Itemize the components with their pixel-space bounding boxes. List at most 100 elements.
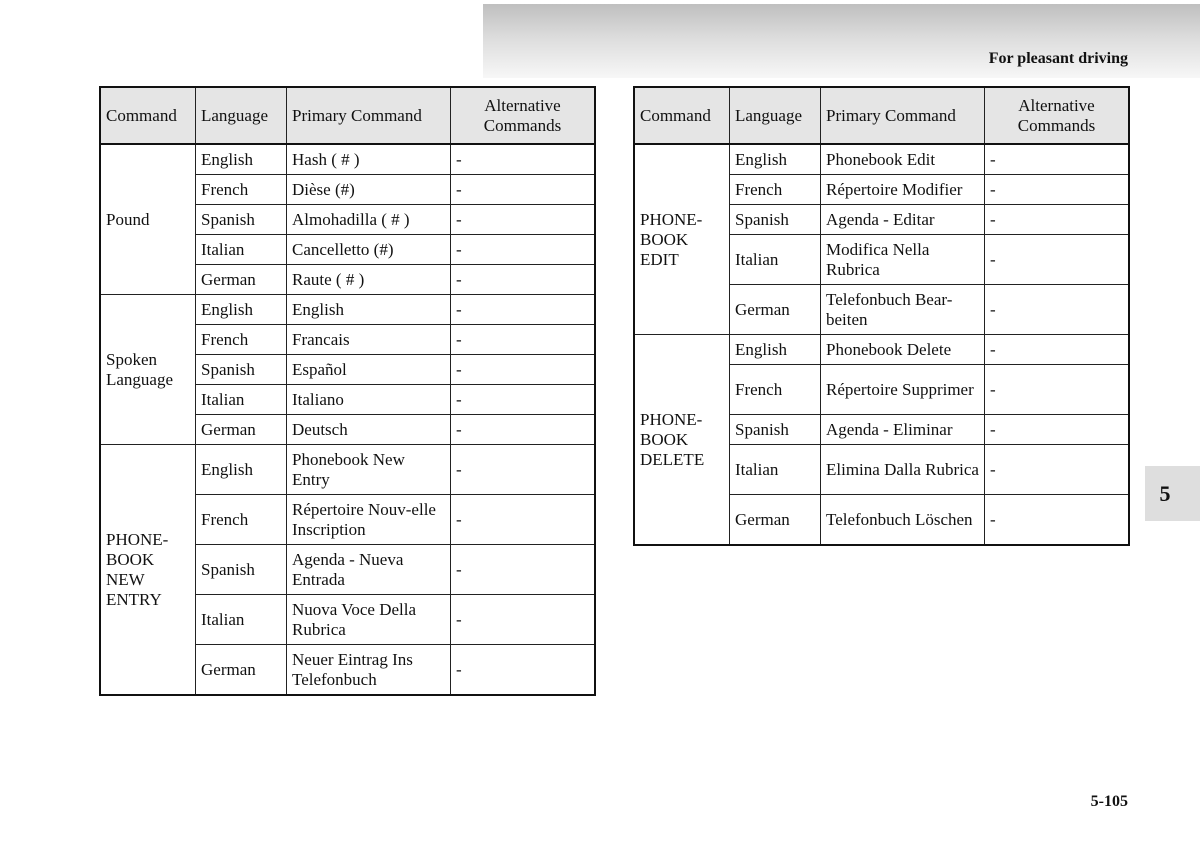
alternative-command-cell: - xyxy=(450,204,596,235)
language-cell: French xyxy=(195,174,287,205)
table-row: PHONE- BOOK DELETE English Phonebook Delet… xyxy=(633,334,1130,546)
table-row: PHONE- BOOK EDIT English Phonebook Edit - xyxy=(633,143,1130,335)
language-cell: Italian xyxy=(729,444,821,495)
language-cell: German xyxy=(195,414,287,445)
command-cell: PHONE- BOOK NEW ENTRY xyxy=(99,444,196,696)
primary-command-cell: Telefonbuch Bear-beiten xyxy=(820,284,985,335)
alternative-command-cell: - xyxy=(984,364,1130,415)
alternative-command-cell: - xyxy=(450,264,596,295)
chapter-tab: 5 xyxy=(1145,466,1200,521)
primary-command-cell: Phonebook New Entry xyxy=(286,444,451,495)
alternative-command-cell: - xyxy=(450,444,596,495)
primary-command-cell: Telefonbuch Löschen xyxy=(820,494,985,546)
language-cell: French xyxy=(729,364,821,415)
header-language: Language xyxy=(729,86,821,145)
header-primary-command: Primary Command xyxy=(286,86,451,145)
primary-command-cell: Neuer Eintrag Ins Telefonbuch xyxy=(286,644,451,696)
alternative-command-cell: - xyxy=(450,384,596,415)
language-cell: German xyxy=(729,284,821,335)
table-row: PHONE- BOOK NEW ENTRY English Phonebook Ne… xyxy=(99,444,596,696)
language-cell: Italian xyxy=(195,384,287,415)
primary-command-cell: Phonebook Edit xyxy=(820,143,985,175)
alternative-command-cell: - xyxy=(450,294,596,325)
table-row: Spoken Language English English - xyxy=(99,294,596,445)
language-cell: Spanish xyxy=(195,354,287,385)
language-cell: Spanish xyxy=(195,204,287,235)
alternative-command-cell: - xyxy=(450,354,596,385)
section-title: For pleasant driving xyxy=(988,50,1128,67)
page-number: 5-105 xyxy=(1090,793,1128,810)
table-header-row: Command Language Primary Command Alterna… xyxy=(633,86,1130,145)
voice-command-table-right: Command Language Primary Command Alterna… xyxy=(633,86,1130,546)
alternative-command-cell: - xyxy=(450,174,596,205)
primary-command-cell: Répertoire Modifier xyxy=(820,174,985,205)
alternative-command-cell: - xyxy=(450,324,596,355)
header-primary-command: Primary Command xyxy=(820,86,985,145)
primary-command-cell: Raute ( # ) xyxy=(286,264,451,295)
alternative-command-cell: - xyxy=(984,494,1130,546)
primary-command-cell: Hash ( # ) xyxy=(286,143,451,175)
alternative-command-cell: - xyxy=(450,644,596,696)
primary-command-cell: Elimina Dalla Rubrica xyxy=(820,444,985,495)
header-command: Command xyxy=(99,86,196,145)
language-cell: German xyxy=(195,644,287,696)
primary-command-cell: Nuova Voce Della Rubrica xyxy=(286,594,451,645)
command-cell: PHONE- BOOK DELETE xyxy=(633,334,730,546)
primary-command-cell: Francais xyxy=(286,324,451,355)
language-cell: English xyxy=(195,294,287,325)
language-cell: German xyxy=(729,494,821,546)
primary-command-cell: Italiano xyxy=(286,384,451,415)
primary-command-cell: Agenda - Editar xyxy=(820,204,985,235)
command-cell: Spoken Language xyxy=(99,294,196,445)
language-cell: German xyxy=(195,264,287,295)
header-alternative-commands: Alternative Commands xyxy=(450,86,596,145)
command-cell: Pound xyxy=(99,143,196,295)
alternative-command-cell: - xyxy=(984,234,1130,285)
command-cell: PHONE- BOOK EDIT xyxy=(633,143,730,335)
alternative-command-cell: - xyxy=(984,284,1130,335)
primary-command-cell: Phonebook Delete xyxy=(820,334,985,365)
voice-command-table-left: Command Language Primary Command Alterna… xyxy=(99,86,596,696)
language-cell: Spanish xyxy=(729,414,821,445)
alternative-command-cell: - xyxy=(984,143,1130,175)
alternative-command-cell: - xyxy=(984,334,1130,365)
header-command: Command xyxy=(633,86,730,145)
primary-command-cell: Dièse (#) xyxy=(286,174,451,205)
language-cell: English xyxy=(729,143,821,175)
language-cell: Spanish xyxy=(195,544,287,595)
language-cell: English xyxy=(195,444,287,495)
alternative-command-cell: - xyxy=(984,444,1130,495)
primary-command-cell: Español xyxy=(286,354,451,385)
alternative-command-cell: - xyxy=(450,494,596,545)
language-cell: English xyxy=(195,143,287,175)
primary-command-cell: Cancelletto (#) xyxy=(286,234,451,265)
language-cell: Italian xyxy=(195,594,287,645)
header-language: Language xyxy=(195,86,287,145)
language-cell: Spanish xyxy=(729,204,821,235)
alternative-command-cell: - xyxy=(450,594,596,645)
primary-command-cell: Répertoire Supprimer xyxy=(820,364,985,415)
table-header-row: Command Language Primary Command Alterna… xyxy=(99,86,596,145)
alternative-command-cell: - xyxy=(450,414,596,445)
language-cell: French xyxy=(195,324,287,355)
primary-command-cell: Deutsch xyxy=(286,414,451,445)
primary-command-cell: Modifica Nella Rubrica xyxy=(820,234,985,285)
language-cell: French xyxy=(195,494,287,545)
primary-command-cell: Répertoire Nouv-elle Inscription xyxy=(286,494,451,545)
language-cell: French xyxy=(729,174,821,205)
primary-command-cell: Agenda - Eliminar xyxy=(820,414,985,445)
alternative-command-cell: - xyxy=(450,143,596,175)
primary-command-cell: Agenda - Nueva Entrada xyxy=(286,544,451,595)
alternative-command-cell: - xyxy=(984,204,1130,235)
table-row: Pound English Hash ( # ) - xyxy=(99,143,596,295)
alternative-command-cell: - xyxy=(984,414,1130,445)
language-cell: Italian xyxy=(195,234,287,265)
primary-command-cell: Almohadilla ( # ) xyxy=(286,204,451,235)
primary-command-cell: English xyxy=(286,294,451,325)
alternative-command-cell: - xyxy=(450,544,596,595)
alternative-command-cell: - xyxy=(450,234,596,265)
header-alternative-commands: Alternative Commands xyxy=(984,86,1130,145)
alternative-command-cell: - xyxy=(984,174,1130,205)
language-cell: English xyxy=(729,334,821,365)
language-cell: Italian xyxy=(729,234,821,285)
